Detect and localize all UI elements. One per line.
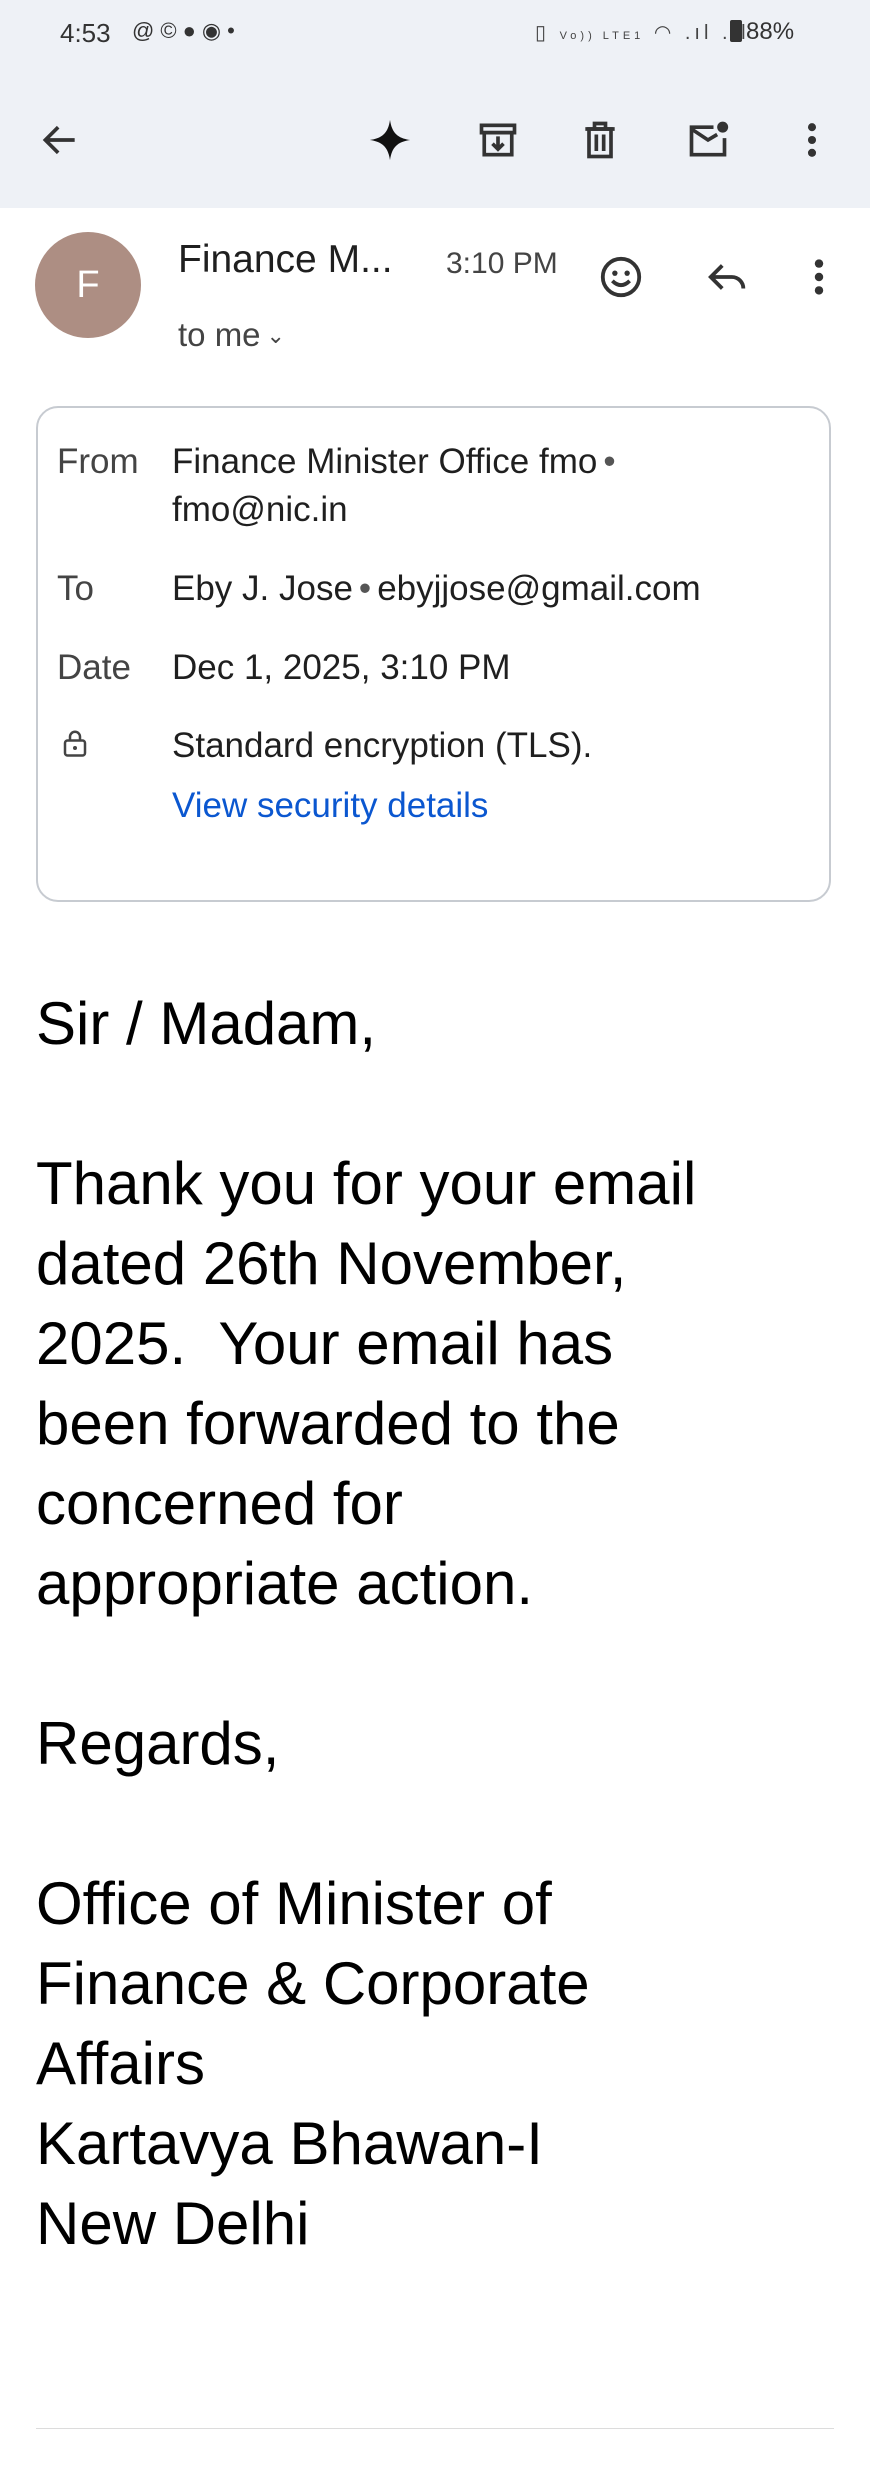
body-line: been forwarded to the <box>36 1390 620 1457</box>
battery: 88% <box>730 18 794 46</box>
more-options-button[interactable] <box>782 110 842 170</box>
body-line: dated 26th November, <box>36 1230 627 1297</box>
chevron-down-icon: ⌄ <box>266 323 285 348</box>
from-value: Finance Minister Office fmo • <box>172 442 616 481</box>
message-more-button[interactable] <box>791 249 847 305</box>
body-line: Regards, <box>36 1710 280 1777</box>
back-arrow-icon <box>42 125 75 155</box>
emoji-icon <box>600 256 642 298</box>
encryption-text: Standard encryption (TLS). <box>172 726 593 765</box>
more-vert-icon <box>807 123 817 157</box>
threads-icon: @ <box>132 18 161 43</box>
add-reaction-button[interactable] <box>593 249 649 305</box>
delete-button[interactable] <box>570 110 630 170</box>
to-me-label: to me <box>178 316 261 353</box>
sender-name[interactable]: Finance M... <box>178 238 393 282</box>
messenger-icon: ◉ <box>201 18 228 43</box>
volte-icon: Vo)) LTE1 <box>559 30 645 42</box>
back-button[interactable] <box>30 110 90 170</box>
body-line: Office of Minister of <box>36 1870 552 1937</box>
lock-icon <box>60 726 90 769</box>
gemini-button[interactable] <box>360 110 420 170</box>
delete-icon <box>585 121 615 159</box>
view-security-details-link[interactable]: View security details <box>172 786 488 826</box>
date-label: Date <box>57 648 131 687</box>
wifi-icon: ◠ <box>653 22 676 44</box>
body-line: 2025. Your email has <box>36 1310 614 1377</box>
more-vert-icon <box>814 259 824 295</box>
whatsapp-icon: © <box>160 18 183 43</box>
gemini-sparkle-icon <box>369 119 411 161</box>
recipient-toggle[interactable]: to me ⌄ <box>178 316 285 354</box>
status-bar: 4:53 @©●◉• ▯ Vo)) LTE1 ◠ .ıl .ıl 88% <box>0 0 870 72</box>
date-value: Dec 1, 2025, 3:10 PM <box>172 648 511 687</box>
body-line: Thank you for your email <box>36 1150 697 1217</box>
reply-icon <box>708 264 746 290</box>
from-email: fmo@nic.in <box>172 490 348 529</box>
to-label: To <box>57 569 94 608</box>
from-name: Finance Minister Office fmo <box>172 442 598 481</box>
body-line: Finance & Corporate <box>36 1950 590 2017</box>
vibrate-icon: ▯ <box>535 22 551 44</box>
avatar[interactable]: F <box>35 232 141 338</box>
body-line: Kartavya Bhawan-I <box>36 2110 543 2177</box>
sent-time: 3:10 PM <box>446 247 558 280</box>
body-line: New Delhi <box>36 2190 310 2257</box>
body-line: Sir / Madam, <box>36 990 377 1057</box>
signal-icon: .ıl <box>684 22 713 44</box>
status-time: 4:53 <box>60 18 111 48</box>
from-label: From <box>57 442 139 481</box>
dot-icon: • <box>227 18 241 43</box>
body-line: appropriate action. <box>36 1550 533 1617</box>
archive-button[interactable] <box>468 110 528 170</box>
to-value: Eby J. Jose • ebyjjose@gmail.com <box>172 569 701 608</box>
to-name: Eby J. Jose <box>172 569 353 608</box>
divider <box>36 2428 834 2429</box>
body-line: Affairs <box>36 2030 205 2097</box>
to-email: ebyjjose@gmail.com <box>377 569 701 608</box>
reply-button[interactable] <box>700 249 756 305</box>
system-icons: ▯ Vo)) LTE1 ◠ .ıl .ıl <box>535 20 750 45</box>
notification-icons: @©●◉• <box>132 18 241 44</box>
chat-icon: ● <box>182 18 202 43</box>
archive-icon <box>479 123 517 157</box>
battery-level: 88% <box>746 18 795 45</box>
body-line: concerned for <box>36 1470 403 1537</box>
mark-unread-icon <box>689 121 729 157</box>
email-body: Sir / Madam, Thank you for your email da… <box>36 976 836 2278</box>
mark-unread-button[interactable] <box>678 110 738 170</box>
email-toolbar <box>0 80 870 208</box>
battery-icon <box>730 20 742 42</box>
